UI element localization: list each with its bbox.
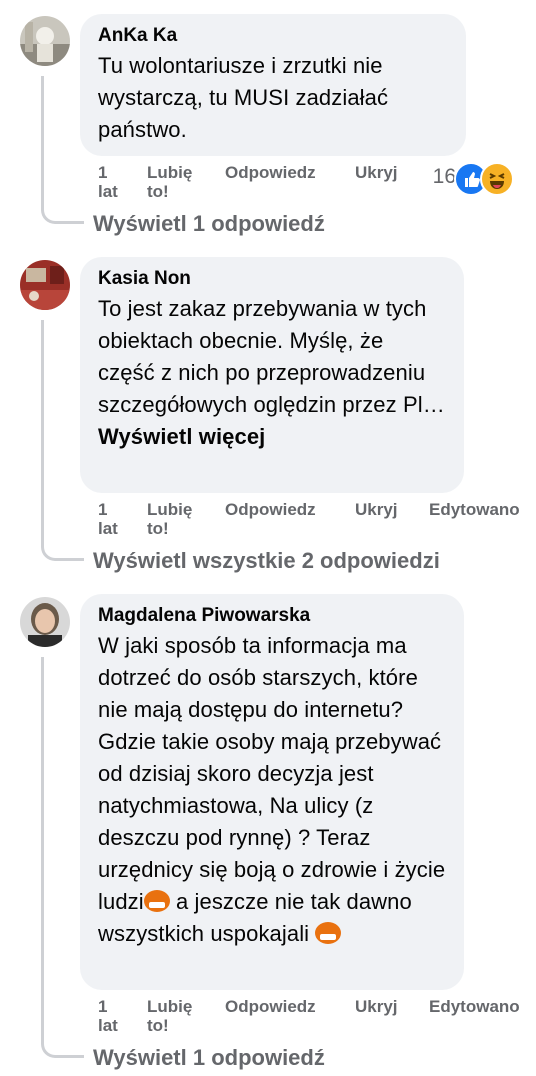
comment-time-unit[interactable]: lat: [98, 519, 118, 538]
angry-cursing-face-icon: [143, 890, 170, 912]
comment-time-unit[interactable]: lat: [98, 1016, 118, 1035]
avatar[interactable]: [20, 16, 70, 66]
view-replies-link[interactable]: Wyświetl 1 odpowiedź: [93, 1045, 325, 1071]
comment-author[interactable]: Magdalena Piwowarska: [98, 604, 446, 628]
hide-button[interactable]: Ukryj: [355, 163, 398, 182]
comment-actions: 1 lat Lubię to! Odpowiedz Ukryj Edytowan…: [98, 500, 528, 540]
comment-text: Tu wolontariusze i zrzutki nie wystarczą…: [98, 53, 389, 142]
avatar[interactable]: [20, 597, 70, 647]
avatar-image: [20, 260, 70, 310]
reply-thread-line: [41, 657, 84, 1058]
edited-label: Edytowano: [429, 500, 520, 519]
reactions-summary[interactable]: 16: [404, 162, 514, 196]
comment-time[interactable]: 1: [98, 997, 107, 1016]
hide-button[interactable]: Ukryj: [355, 997, 398, 1016]
comment-author[interactable]: Kasia Non: [98, 267, 446, 291]
like-button[interactable]: Lubię: [147, 997, 192, 1016]
avatar-image: [20, 597, 70, 647]
view-replies-link[interactable]: Wyświetl 1 odpowiedź: [93, 211, 325, 237]
see-more-link[interactable]: Wyświetl więcej: [98, 424, 265, 449]
comment-actions: 1 lat Lubię to! Odpowiedz Ukryj Edytowan…: [98, 997, 528, 1037]
like-button-line2[interactable]: to!: [147, 519, 169, 538]
comment-time[interactable]: 1: [98, 500, 107, 519]
comment-bubble: Magdalena Piwowarska W jaki sposób ta in…: [80, 594, 464, 990]
like-button[interactable]: Lubię: [147, 500, 192, 519]
like-button-line2[interactable]: to!: [147, 1016, 169, 1035]
comment-text: W jaki sposób ta informacja ma dotrzeć d…: [98, 630, 446, 950]
avatar-image: [20, 16, 70, 66]
haha-icon: [480, 162, 514, 196]
comment-bubble: AnKa Ka Tu wolontariusze i zrzutki nie w…: [80, 14, 466, 156]
hide-button[interactable]: Ukryj: [355, 500, 398, 519]
edited-label: Edytowano: [429, 997, 520, 1016]
angry-cursing-face-icon: [315, 922, 342, 944]
view-replies-link[interactable]: Wyświetl wszystkie 2 odpowiedzi: [93, 548, 440, 574]
avatar[interactable]: [20, 260, 70, 310]
comment-text: To jest zakaz przebywania w tych obiekta…: [98, 293, 446, 453]
like-button[interactable]: Lubię: [147, 163, 192, 182]
comment-text-body: To jest zakaz przebywania w tych obiekta…: [98, 296, 445, 417]
reply-button[interactable]: Odpowiedz: [225, 163, 316, 182]
reply-thread-line: [41, 76, 84, 224]
reply-button[interactable]: Odpowiedz: [225, 997, 316, 1016]
reply-button[interactable]: Odpowiedz: [225, 500, 316, 519]
comment-author[interactable]: AnKa Ka: [98, 24, 448, 48]
comment-bubble: Kasia Non To jest zakaz przebywania w ty…: [80, 257, 464, 493]
reactions-count: 16: [432, 165, 456, 188]
like-button-line2[interactable]: to!: [147, 182, 169, 201]
comment-time[interactable]: 1: [98, 163, 107, 182]
comment-text-body: W jaki sposób ta informacja ma dotrzeć d…: [98, 633, 446, 914]
reply-thread-line: [41, 320, 84, 561]
comment-time-unit[interactable]: lat: [98, 182, 118, 201]
